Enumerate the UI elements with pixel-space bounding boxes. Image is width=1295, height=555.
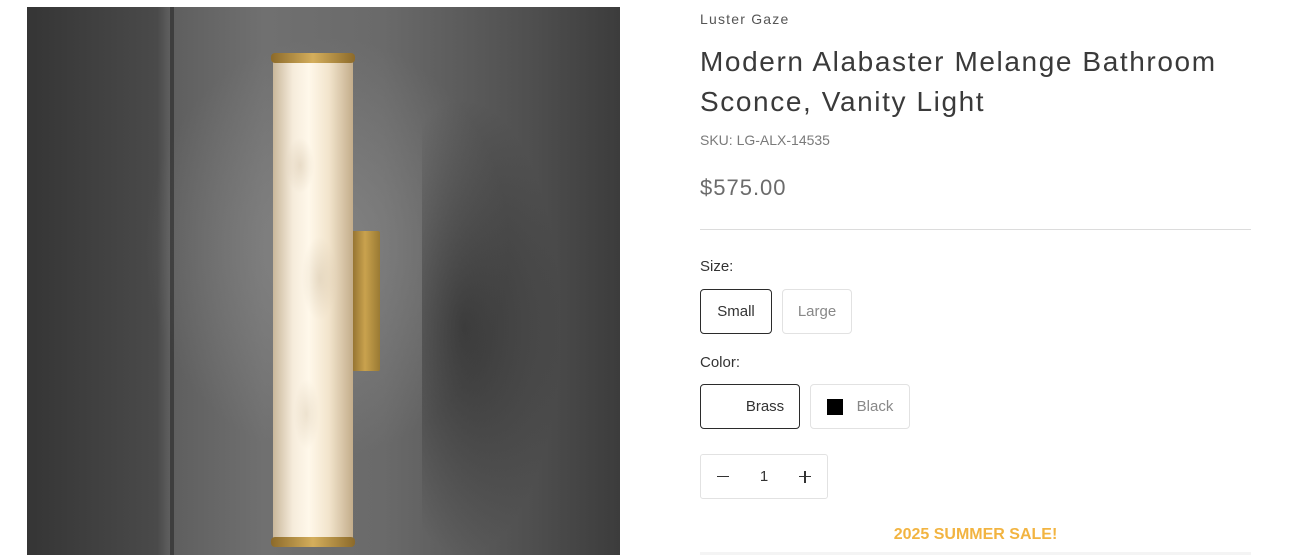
quantity-stepper: 1 (700, 454, 828, 499)
lamp-shadow (422, 97, 562, 555)
color-option-black-label: Black (856, 398, 894, 415)
divider (700, 229, 1251, 230)
product-price: $575.00 (700, 175, 787, 200)
lamp-bottom-cap (271, 537, 355, 547)
lamp-alabaster-tube (273, 55, 353, 547)
lamp-top-cap (271, 53, 355, 63)
color-label: Color: (700, 354, 741, 371)
lamp-backplate (350, 231, 380, 371)
black-swatch-icon (826, 398, 843, 415)
color-option-brass-label: Brass (745, 398, 785, 415)
size-option-large-label: Large (797, 303, 837, 320)
promo-banner: 2025 SUMMER SALE! (893, 526, 1058, 543)
brand-link[interactable]: Luster Gaze (700, 11, 789, 27)
size-label: Size: (700, 258, 734, 275)
product-title: Modern Alabaster Melange Bathroom Sconce… (700, 46, 1217, 117)
quantity-value[interactable]: 1 (760, 468, 768, 485)
product-sku: SKU: LG-ALX-14535 (700, 132, 830, 148)
color-option-black[interactable]: Black (810, 384, 910, 429)
size-option-large[interactable]: Large (782, 289, 852, 334)
size-option-small-label: Small (717, 303, 755, 320)
product-image[interactable] (27, 7, 620, 555)
color-option-brass[interactable]: Brass (700, 384, 800, 429)
wall-edge (170, 7, 174, 555)
plus-icon[interactable] (797, 469, 813, 485)
minus-icon[interactable] (715, 469, 731, 485)
size-option-small[interactable]: Small (700, 289, 772, 334)
